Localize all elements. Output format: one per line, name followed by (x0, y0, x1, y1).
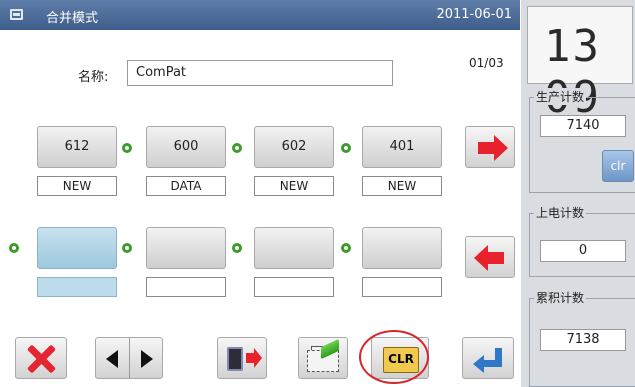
pattern-slot-2[interactable]: 600 (146, 126, 226, 168)
pattern-label-7 (254, 277, 334, 297)
cumulative-count-title: 累积计数 (534, 289, 587, 306)
production-count-value: 7140 (540, 115, 626, 137)
link-connector (232, 143, 242, 153)
export-icon (246, 348, 262, 368)
arrow-right-icon (478, 135, 508, 161)
pattern-label-1: NEW (37, 176, 117, 196)
merge-back-button[interactable] (465, 236, 515, 278)
pattern-label-4: NEW (362, 176, 442, 196)
title-date: 2011-06-01 (436, 7, 512, 22)
production-clear-button[interactable]: clr (602, 150, 634, 182)
pattern-slot-5[interactable] (37, 227, 117, 269)
page-nav (95, 337, 163, 379)
pattern-slot-7[interactable] (254, 227, 334, 269)
clock-display: 13 09 (527, 6, 633, 123)
window-title: 合并模式 (46, 11, 99, 26)
name-label: 名称: (78, 70, 109, 85)
merge-mode-screen: 合并模式 2011-06-01 01/03 名称: ComPat 612 NEW… (0, 0, 520, 387)
pattern-label-2: DATA (146, 176, 226, 196)
pattern-slot-1[interactable]: 612 (37, 126, 117, 168)
window-icon (10, 9, 23, 20)
production-count-title: 生产计数 (534, 88, 587, 105)
pattern-label-5 (37, 277, 117, 297)
enter-icon (473, 346, 505, 373)
page-indicator: 01/03 (469, 56, 504, 70)
link-connector (341, 243, 351, 253)
open-folder-button[interactable] (298, 337, 348, 379)
pattern-slot-8[interactable] (362, 227, 442, 269)
merge-forward-button[interactable] (465, 126, 515, 168)
chip-icon (227, 347, 243, 371)
link-connector (122, 143, 132, 153)
title-bar: 合并模式 2011-06-01 (0, 0, 520, 30)
prev-icon (106, 350, 118, 368)
power-on-count-group: 上电计数 0 (529, 204, 635, 277)
next-icon (141, 350, 153, 368)
cumulative-count-value: 7138 (540, 329, 626, 351)
status-panel: 13 09 生产计数 7140 clr 上电计数 0 累积计数 7138 (521, 0, 635, 387)
power-on-count-value: 0 (540, 240, 626, 262)
power-on-count-title: 上电计数 (534, 204, 587, 221)
arrow-left-icon (474, 245, 504, 271)
next-page-button[interactable] (130, 338, 163, 378)
pattern-slot-6[interactable] (146, 227, 226, 269)
link-connector (122, 243, 132, 253)
link-connector (9, 243, 19, 253)
pattern-slot-4[interactable]: 401 (362, 126, 442, 168)
prev-page-button[interactable] (96, 338, 129, 378)
cumulative-count-group: 累积计数 7138 (529, 289, 635, 387)
name-input[interactable]: ComPat (127, 60, 393, 86)
export-button[interactable] (217, 337, 267, 379)
link-connector (232, 243, 242, 253)
pattern-label-6 (146, 277, 226, 297)
production-count-group: 生产计数 7140 clr (529, 88, 635, 193)
pattern-label-3: NEW (254, 176, 334, 196)
pattern-label-8 (362, 277, 442, 297)
pattern-slot-3[interactable]: 602 (254, 126, 334, 168)
confirm-button[interactable] (462, 337, 514, 379)
link-connector (341, 143, 351, 153)
cancel-button[interactable] (15, 337, 67, 379)
close-icon (26, 344, 56, 374)
highlight-circle (359, 330, 429, 384)
